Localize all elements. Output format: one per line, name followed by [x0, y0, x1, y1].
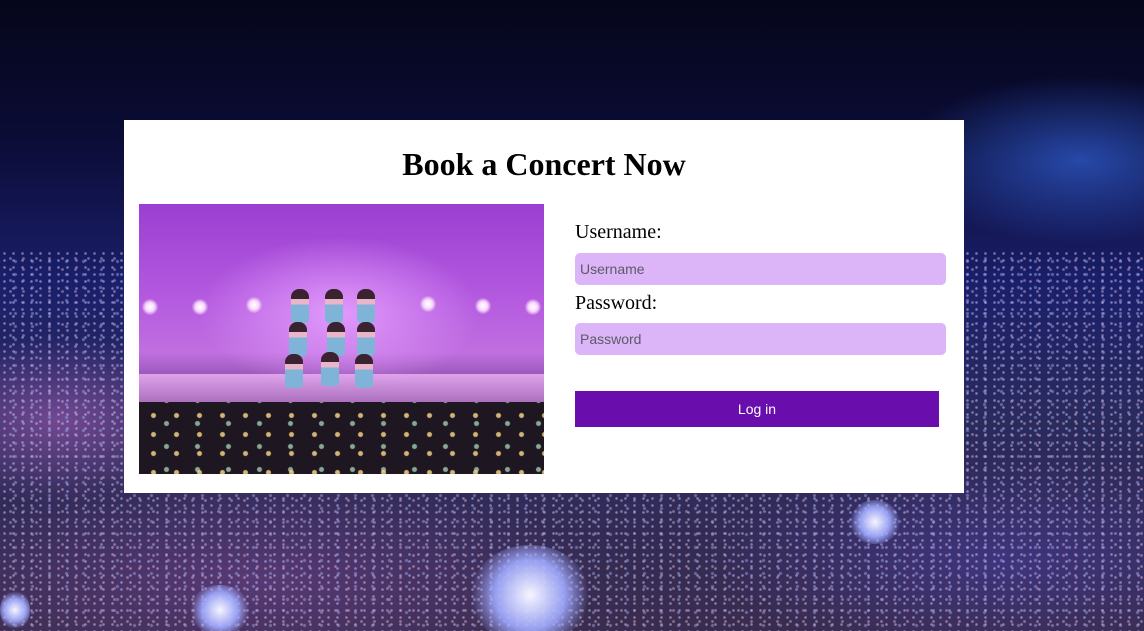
- stage-spotlight: [420, 296, 436, 312]
- password-label: Password:: [575, 292, 658, 314]
- lightstick-glow: [190, 585, 250, 631]
- performer: [325, 289, 343, 323]
- username-label: Username:: [575, 221, 662, 243]
- login-button[interactable]: Log in: [575, 391, 939, 427]
- performer: [321, 352, 339, 386]
- stage-spotlight: [142, 299, 158, 315]
- performer: [357, 322, 375, 356]
- performer: [285, 354, 303, 388]
- performer: [327, 322, 345, 356]
- concert-photo: [139, 204, 544, 474]
- page-title: Book a Concert Now: [402, 146, 686, 182]
- performer: [289, 322, 307, 356]
- audience-silhouettes: [139, 402, 544, 474]
- lightstick-glow: [0, 590, 30, 630]
- stage-spotlight: [475, 298, 491, 314]
- stage-spotlight: [525, 299, 541, 315]
- performer: [291, 289, 309, 323]
- booking-card: Book a Concert Now Username: Password: L…: [124, 120, 964, 493]
- stage-spotlight: [246, 297, 262, 313]
- lightstick-glow: [850, 500, 900, 544]
- performer: [355, 354, 373, 388]
- username-input[interactable]: [575, 253, 946, 285]
- performer: [357, 289, 375, 323]
- password-input[interactable]: [575, 323, 946, 355]
- stage-spotlight: [192, 299, 208, 315]
